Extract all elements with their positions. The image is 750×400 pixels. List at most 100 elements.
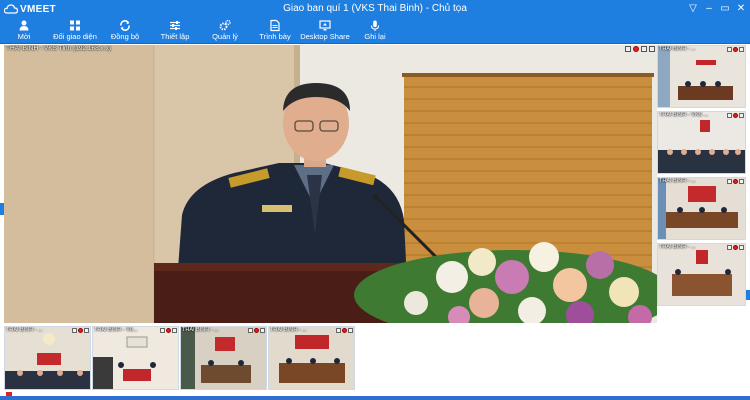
camera-icon[interactable]: [727, 113, 732, 118]
speaker-video-feed: [4, 45, 657, 323]
bottom-video-label: THÁI BÌNH - ...: [182, 327, 219, 333]
room-video-feed: [658, 178, 745, 239]
main-video-controls: [625, 46, 655, 52]
gears-icon: [219, 19, 231, 31]
side-video-controls: [727, 113, 744, 118]
speaker-icon[interactable]: [84, 328, 89, 333]
bottom-video-label: THÁI BÌNH - ...: [270, 327, 307, 333]
bottom-video-row: THÁI BÌNH - ... THÁI BÌNH - Vũ... THÁI B…: [4, 326, 356, 390]
record-indicator-icon: [733, 47, 738, 52]
side-video-tile[interactable]: THÁI BÌNH - ...: [657, 243, 746, 306]
bottom-video-tile[interactable]: THÁI BÌNH - ...: [4, 326, 91, 390]
invite-label: Mời: [17, 32, 31, 41]
microphone-icon: [370, 20, 380, 31]
bottom-video-controls: [336, 328, 353, 333]
side-video-controls: [727, 179, 744, 184]
window-title: Giao ban quí 1 (VKS Thai Binh) - Chủ tọa: [283, 3, 467, 14]
camera-icon[interactable]: [160, 328, 165, 333]
speaker-icon[interactable]: [641, 46, 647, 52]
change-layout-button[interactable]: Đổi giao diện: [52, 19, 98, 43]
side-video-label: THÁI BÌNH - ...: [659, 46, 696, 52]
maximize-button[interactable]: ▭: [720, 2, 730, 15]
title-bar: VMEET Giao ban quí 1 (VKS Thai Binh) - C…: [0, 0, 750, 18]
speaker-icon[interactable]: [739, 245, 744, 250]
record-indicator-icon: [78, 328, 83, 333]
sync-icon: [120, 20, 130, 31]
speaker-icon[interactable]: [260, 328, 265, 333]
screen-icon[interactable]: [649, 46, 655, 52]
room-video-feed: [658, 46, 745, 107]
present-label: Trình bày: [259, 32, 291, 41]
speaker-icon[interactable]: [172, 328, 177, 333]
settings-button[interactable]: Thiết lập: [158, 19, 192, 43]
room-video-feed: [5, 327, 90, 389]
camera-icon[interactable]: [727, 245, 732, 250]
manage-button[interactable]: Quản lý: [208, 19, 242, 43]
speaker-icon[interactable]: [739, 113, 744, 118]
side-video-tile[interactable]: THÁI BÌNH - ...: [657, 45, 746, 108]
camera-icon[interactable]: [625, 46, 631, 52]
record-indicator-icon: [254, 328, 259, 333]
user-add-icon: [19, 20, 29, 31]
record-indicator-icon: [733, 245, 738, 250]
change-layout-label: Đổi giao diện: [53, 32, 97, 41]
bottom-video-label: THÁI BÌNH - Vũ...: [94, 327, 138, 333]
record-indicator-icon: [733, 113, 738, 118]
vmeet-window: VMEET Giao ban quí 1 (VKS Thai Binh) - C…: [0, 0, 750, 400]
camera-icon[interactable]: [727, 179, 732, 184]
record-indicator-icon: [166, 328, 171, 333]
close-button[interactable]: ✕: [736, 2, 746, 15]
sync-button[interactable]: Đồng bộ: [108, 19, 142, 43]
bottom-video-label: THÁI BÌNH - ...: [6, 327, 43, 333]
invite-button[interactable]: Mời: [10, 19, 38, 43]
room-video-feed: [269, 327, 354, 389]
settings-label: Thiết lập: [160, 32, 190, 41]
record-label: Ghi lại: [364, 32, 386, 41]
manage-label: Quản lý: [212, 32, 238, 41]
side-video-label: THÁI BÌNH - ...: [659, 178, 696, 184]
dropdown-control-button[interactable]: ▽: [688, 2, 698, 15]
camera-icon[interactable]: [248, 328, 253, 333]
room-video-feed: [93, 327, 178, 389]
bottom-video-controls: [160, 328, 177, 333]
room-video-feed: [658, 112, 745, 173]
camera-icon[interactable]: [727, 47, 732, 52]
side-video-tile[interactable]: THÁI BÌNH - VKS ...: [657, 111, 746, 174]
desktop-share-label: Desktop Share: [300, 32, 350, 41]
sliders-icon: [170, 21, 180, 30]
side-video-tile[interactable]: THÁI BÌNH - ...: [657, 177, 746, 240]
minimize-button[interactable]: –: [704, 2, 714, 15]
right-panel-handle[interactable]: [746, 290, 750, 300]
bottom-video-controls: [248, 328, 265, 333]
main-video-tile[interactable]: THÁI BÌNH - VKS Tỉnh (192.168.x.x): [4, 45, 657, 323]
sync-label: Đồng bộ: [110, 32, 140, 41]
bottom-video-tile[interactable]: THÁI BÌNH - Vũ...: [92, 326, 179, 390]
monitor-share-icon: [319, 20, 331, 31]
main-video-label: THÁI BÌNH - VKS Tỉnh (192.168.x.x): [6, 45, 111, 52]
side-video-label: THÁI BÌNH - VKS ...: [659, 112, 709, 118]
record-indicator-icon: [633, 46, 639, 52]
layout-grid-icon: [70, 20, 80, 31]
camera-icon[interactable]: [336, 328, 341, 333]
main-toolbar: Mời Đổi giao diện Đồng bộ Thiết lập Quản…: [0, 18, 750, 44]
speaker-icon[interactable]: [739, 179, 744, 184]
side-video-label: THÁI BÌNH - ...: [659, 244, 696, 250]
present-button[interactable]: Trình bày: [258, 19, 292, 43]
camera-icon[interactable]: [72, 328, 77, 333]
desktop-share-button[interactable]: Desktop Share: [300, 19, 350, 43]
record-button[interactable]: Ghi lại: [360, 19, 390, 43]
bottom-status-bar: [0, 396, 750, 400]
bottom-video-tile[interactable]: THÁI BÌNH - ...: [180, 326, 267, 390]
room-video-feed: [658, 244, 745, 305]
window-controls: ▽ – ▭ ✕: [688, 2, 746, 15]
document-present-icon: [270, 19, 280, 32]
bottom-video-tile[interactable]: THÁI BÌNH - ...: [268, 326, 355, 390]
bottom-video-controls: [72, 328, 89, 333]
record-indicator-icon: [733, 179, 738, 184]
side-video-controls: [727, 47, 744, 52]
left-panel-handle[interactable]: [0, 203, 4, 215]
side-video-controls: [727, 245, 744, 250]
speaker-icon[interactable]: [739, 47, 744, 52]
record-indicator-icon: [342, 328, 347, 333]
speaker-icon[interactable]: [348, 328, 353, 333]
